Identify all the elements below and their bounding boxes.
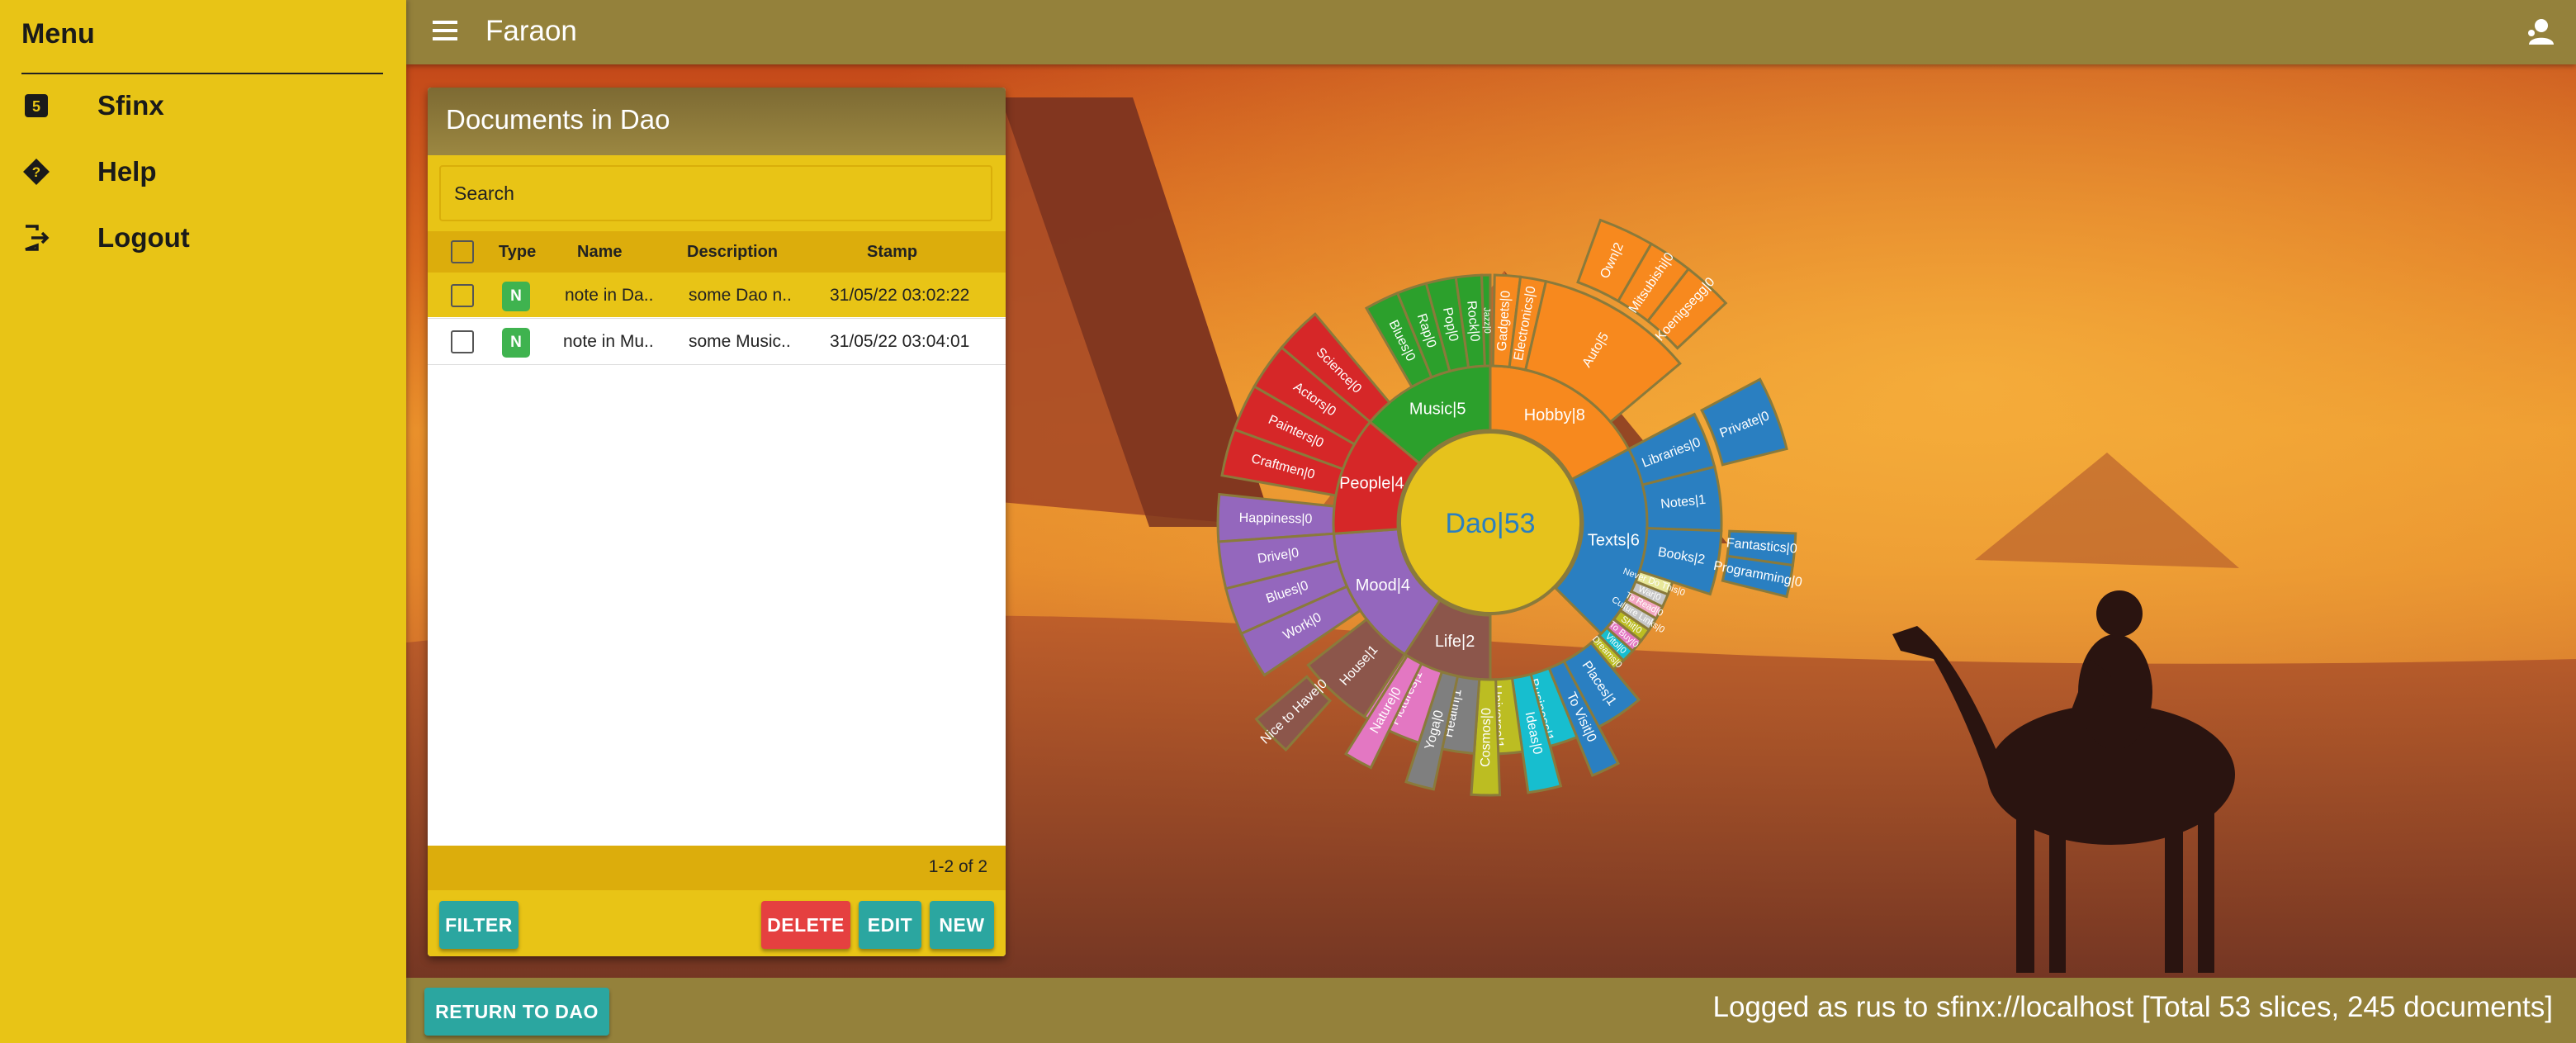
sidebar-item-help[interactable]: ? Help [21,147,385,197]
note-type-badge: N [502,328,530,358]
menu-divider [21,73,383,74]
sidebar-item-label: Logout [97,222,190,253]
sunburst-center-label: Dao|53 [1445,508,1535,539]
table-header: Type Name Description Stamp [428,231,1006,273]
app-title: Faraon [485,15,577,47]
sidebar-item-sfinx[interactable]: 5 Sfinx [21,81,385,130]
sidebar-item-logout[interactable]: Logout [21,213,385,263]
delete-button[interactable]: DELETE [761,901,850,949]
column-header-description[interactable]: Description [687,231,778,273]
svg-text:5: 5 [32,98,40,115]
sunburst-segment-label: Music|5 [1409,400,1466,418]
sidebar-item-label: Help [97,156,157,187]
sunburst-segment-label: Texts|6 [1588,532,1640,550]
panel-title: Documents in Dao [446,104,670,135]
top-app-bar: Faraon [406,0,2576,64]
sunburst-outer-label: Jazz|0 [1482,307,1493,334]
sidebar: Menu 5 Sfinx ? Help Logout [0,0,406,1043]
row-name: note in Mu.. [563,332,654,351]
table-row[interactable]: N note in Da.. some Dao n.. 31/05/22 03:… [428,273,1006,319]
sunburst-segment-label: Mood|4 [1356,576,1410,595]
return-to-dao-button[interactable]: RETURN TO DAO [424,988,609,1036]
row-description: some Dao n.. [689,286,792,305]
bottom-status-bar: RETURN TO DAO Logged as rus to sfinx://l… [406,978,2576,1043]
sfinx-icon: 5 [21,91,51,121]
column-header-type[interactable]: Type [499,231,536,273]
pagination-label: 1-2 of 2 [928,857,987,876]
row-description: some Music.. [689,332,791,351]
panel-header: Documents in Dao [428,88,1006,155]
menu-title: Menu [21,18,95,50]
account-settings-icon[interactable] [2523,15,2558,50]
note-type-badge: N [502,282,530,311]
new-button[interactable]: NEW [930,901,994,949]
sunburst-segment-label: People|4 [1339,475,1404,493]
row-stamp: 31/05/22 03:02:22 [830,286,970,305]
status-text: Logged as rus to sfinx://localhost [Tota… [1712,991,2553,1023]
row-checkbox[interactable] [451,330,474,353]
help-icon: ? [21,157,51,187]
sidebar-item-label: Sfinx [97,90,164,121]
sunburst-outer-label: Happiness|0 [1239,511,1313,527]
documents-panel: Documents in Dao Type Name Description S… [428,88,1006,956]
table-row[interactable]: N note in Mu.. some Music.. 31/05/22 03:… [428,319,1006,365]
search-input[interactable] [439,165,992,221]
row-stamp: 31/05/22 03:04:01 [830,332,970,351]
sunburst-segment-label: Life|2 [1435,633,1475,651]
pagination: 1-2 of 2 [428,846,1006,890]
svg-text:?: ? [32,164,40,180]
column-header-name[interactable]: Name [577,231,622,273]
select-all-checkbox[interactable] [451,240,474,263]
sunburst-chart: Hobby|8 Texts|6 Life|2 Mood|4 People|4 Music|… [1216,218,1803,797]
edit-button[interactable]: EDIT [859,901,921,949]
logout-icon [21,223,51,253]
sunburst-segment-label: Hobby|8 [1524,406,1585,424]
column-header-stamp[interactable]: Stamp [867,231,917,273]
hamburger-menu-icon[interactable] [431,18,461,43]
row-name: note in Da.. [565,286,654,305]
sunburst-outer-label: Cosmos|0 [1479,708,1494,767]
filter-button[interactable]: FILTER [439,901,519,949]
row-checkbox[interactable] [451,284,474,307]
